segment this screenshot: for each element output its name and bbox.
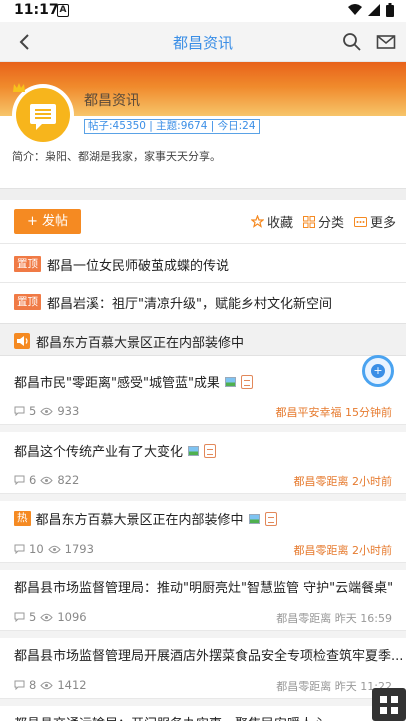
post-title-text: 都昌县市场监督管理局开展酒店外摆菜食品安全专项检查筑牢夏季... (14, 649, 404, 664)
pinned-tag: 置顶 (14, 256, 41, 272)
plus-icon: + (371, 364, 385, 378)
document-icon (240, 374, 253, 389)
pinned-title: 都昌一位女民师破茧成蝶的传说 (47, 258, 230, 274)
post-divider (0, 698, 406, 706)
reply-count: 8 (29, 678, 37, 692)
search-icon[interactable] (341, 31, 363, 53)
mail-icon[interactable] (376, 32, 396, 52)
post-title[interactable]: 都昌县交通运输局：开门服务办实事，聚焦民安暖人心 (14, 713, 326, 721)
post-divider (0, 630, 406, 638)
comment-icon (14, 406, 25, 416)
post-divider (0, 562, 406, 570)
view-count: 822 (57, 473, 80, 487)
post-title-text: 都昌县交通运输局：开门服务办实事，聚焦民安暖人心 (14, 713, 326, 721)
notice-text: 都昌东方百慕大景区正在内部装修中 (36, 336, 245, 351)
forum-logo-icon (30, 104, 56, 130)
comment-icon (14, 475, 25, 485)
hot-tag: 热 (14, 511, 31, 526)
document-icon (264, 511, 277, 526)
category-label: 分类 (317, 216, 344, 231)
post-author-time: 都昌零距离 昨天 16:59 (276, 612, 392, 625)
notification-a-icon: A (57, 4, 69, 17)
collect-button[interactable]: 收藏 (250, 212, 293, 231)
post-divider (0, 493, 406, 501)
post-title[interactable]: 都昌县市场监督管理局开展酒店外摆菜食品安全专项检查筑牢夏季... (14, 645, 403, 664)
view-eye-icon (47, 545, 61, 553)
post-title[interactable]: 都昌县市场监督管理局：推动"明厨亮灶"智慧监管 守护"云端餐桌" (14, 577, 393, 596)
view-eye-icon (40, 407, 53, 415)
divider (0, 282, 406, 283)
post-divider (0, 424, 406, 432)
divider (0, 243, 406, 244)
wifi-icon (348, 4, 362, 15)
status-bar: 11:17 A (0, 0, 406, 22)
status-time: 11:17 (14, 2, 59, 18)
notice-bar[interactable]: 都昌东方百慕大景区正在内部装修中 (0, 323, 406, 356)
category-grid-icon (302, 215, 315, 228)
view-count: 933 (57, 404, 80, 418)
post-meta: 6 822 (14, 473, 79, 487)
reply-count: 6 (29, 473, 37, 487)
post-meta: 5 933 (14, 404, 79, 418)
collect-label: 收藏 (266, 216, 293, 231)
post-author-time: 都昌零距离 2小时前 (293, 544, 393, 557)
reply-count: 10 (29, 542, 44, 556)
forum-intro: 简介：枭阳、都湖是我家，家事天天分享。 (12, 150, 221, 163)
image-icon (248, 513, 260, 524)
crown-icon (13, 83, 25, 92)
forum-stats: 帖子:45350 | 主题:9674 | 今日:24 (84, 119, 260, 134)
comment-icon (14, 612, 25, 622)
pinned-post[interactable]: 置顶 都昌一位女民师破茧成蝶的传说 (14, 253, 229, 275)
category-button[interactable]: 分类 (302, 212, 344, 231)
post-title-text: 都昌这个传统产业有了大变化 (14, 445, 184, 460)
floating-action-button[interactable]: + (362, 355, 394, 387)
more-dots-icon (353, 216, 367, 227)
section-gap (0, 188, 406, 200)
post-author-time: 都昌零距离 2小时前 (293, 475, 393, 488)
post-author-time: 都昌平安幸福 15分钟前 (275, 406, 393, 419)
view-eye-icon (40, 681, 53, 689)
pinned-tag: 置顶 (14, 294, 41, 310)
new-post-button[interactable]: + 发帖 (14, 209, 81, 234)
post-meta: 5 1096 (14, 610, 87, 624)
comment-icon (14, 680, 25, 690)
post-title-text: 都昌市民"零距离"感受"城管蓝"成果 (14, 376, 220, 391)
view-count: 1412 (57, 678, 87, 692)
post-meta: 10 1793 (14, 542, 94, 556)
pinned-title: 都昌岩溪：祖厅"清凉升级"，赋能乡村文化新空间 (47, 296, 332, 312)
post-title-text: 都昌东方百慕大景区正在内部装修中 (35, 513, 244, 528)
view-count: 1793 (64, 542, 94, 556)
forum-actions: 收藏 分类 更多 (250, 212, 396, 231)
post-title[interactable]: 热 都昌东方百慕大景区正在内部装修中 (14, 509, 277, 528)
forum-name: 都昌资讯 (84, 93, 140, 109)
image-icon (188, 445, 200, 456)
grid-icon (380, 696, 398, 714)
pinned-post[interactable]: 置顶 都昌岩溪：祖厅"清凉升级"，赋能乡村文化新空间 (14, 291, 332, 313)
post-title[interactable]: 都昌市民"零距离"感受"城管蓝"成果 (14, 372, 253, 391)
system-icons (348, 3, 394, 17)
post-title-text: 都昌县市场监督管理局：推动"明厨亮灶"智慧监管 守护"云端餐桌" (14, 581, 394, 596)
comment-icon (14, 544, 25, 554)
nav-bar: 都昌资讯 (0, 22, 406, 62)
view-eye-icon (40, 613, 53, 621)
more-button[interactable]: 更多 (353, 212, 396, 231)
reply-count: 5 (29, 404, 37, 418)
post-meta: 8 1412 (14, 678, 87, 692)
document-icon (204, 443, 217, 458)
view-count: 1096 (57, 610, 87, 624)
battery-icon (386, 3, 394, 17)
signal-icon (368, 4, 380, 16)
view-eye-icon (40, 476, 53, 484)
menu-grid-button[interactable] (372, 688, 406, 721)
image-icon (224, 376, 236, 387)
more-label: 更多 (369, 216, 396, 231)
star-icon (250, 215, 264, 228)
speaker-icon (14, 333, 30, 349)
reply-count: 5 (29, 610, 37, 624)
post-title[interactable]: 都昌这个传统产业有了大变化 (14, 441, 217, 460)
